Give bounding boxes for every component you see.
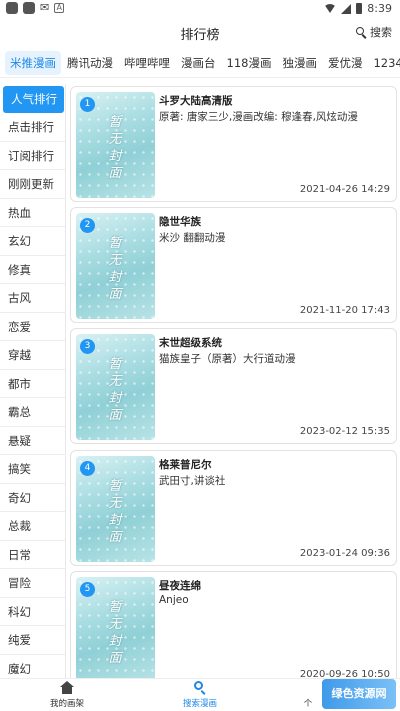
- sidebar-item[interactable]: 日常: [0, 541, 65, 569]
- sidebar-item[interactable]: 冒险: [0, 569, 65, 598]
- sidebar-item[interactable]: 玄幻: [0, 227, 65, 256]
- comic-cover: 暂无封面 3: [76, 334, 155, 440]
- tab-source[interactable]: 腾讯动漫: [62, 51, 118, 75]
- tab-source[interactable]: 独漫画: [277, 51, 322, 75]
- search-button-label: 搜索: [370, 26, 392, 39]
- comic-author: 原著: 唐家三少,漫画改编: 穆逢春,风炫动漫: [159, 111, 358, 123]
- sidebar-item[interactable]: 纯爱: [0, 626, 65, 655]
- wifi-icon: [324, 4, 337, 13]
- cover-placeholder-text: 暂无封面: [108, 600, 122, 666]
- sidebar-item[interactable]: 热血: [0, 199, 65, 227]
- sidebar-item[interactable]: 科幻: [0, 598, 65, 626]
- rank-badge: 2: [80, 218, 95, 233]
- sidebar-item[interactable]: 悬疑: [0, 427, 65, 455]
- ranking-list: 暂无封面 1 斗罗大陆高清版 原著: 唐家三少,漫画改编: 穆逢春,风炫动漫 2…: [70, 84, 400, 678]
- notification-icon: [23, 2, 35, 14]
- sidebar-item[interactable]: 魔幻: [0, 655, 65, 679]
- sidebar-item[interactable]: 都市: [0, 370, 65, 398]
- notification-icon: [6, 2, 18, 14]
- nav-profile-label: 个: [303, 699, 313, 709]
- cover-placeholder-text: 暂无封面: [108, 357, 122, 423]
- rank-badge: 3: [80, 339, 95, 354]
- comic-update-time: 2020-09-26 10:50: [299, 669, 390, 678]
- comic-cover: 暂无封面 1: [76, 92, 155, 198]
- status-time: 8:39: [367, 2, 392, 15]
- nav-search-comics[interactable]: 搜索漫画: [160, 681, 240, 709]
- sidebar-item[interactable]: 奇幻: [0, 484, 65, 512]
- cover-placeholder-text: 暂无封面: [108, 236, 122, 302]
- tab-source[interactable]: 米推漫画: [5, 50, 61, 75]
- comic-title: 隐世华族: [159, 216, 201, 228]
- comic-author: 武田寸,讲谈社: [159, 475, 226, 487]
- comic-title: 格莱普尼尔: [159, 459, 212, 471]
- status-notifications: ✉ A: [6, 1, 65, 14]
- comic-card[interactable]: 暂无封面 4 格莱普尼尔 武田寸,讲谈社 2023-01-24 09:36: [70, 450, 397, 566]
- page-title: 排行榜: [180, 28, 220, 43]
- comic-cover: 暂无封面 5: [76, 577, 155, 678]
- site-watermark: 绿色资源网: [322, 679, 396, 709]
- rank-badge: 4: [80, 461, 95, 476]
- a-icon: A: [54, 3, 65, 13]
- sidebar-item[interactable]: 霸总: [0, 398, 65, 427]
- comic-cover: 暂无封面 2: [76, 213, 155, 319]
- nav-bookshelf[interactable]: 我的画架: [27, 681, 107, 709]
- comic-author: 猫族皇子（原著）大行道动漫: [159, 353, 296, 365]
- tab-source[interactable]: 哔哩哔哩: [119, 51, 175, 75]
- comic-author: 米沙 翻翻动漫: [159, 232, 226, 244]
- search-button[interactable]: 搜索: [356, 24, 392, 40]
- tab-source[interactable]: 爱优漫: [323, 51, 368, 75]
- nav-bookshelf-label: 我的画架: [49, 699, 84, 709]
- sidebar-item[interactable]: 恋爱: [0, 313, 65, 341]
- app-notification-icon: ✉: [40, 1, 50, 14]
- search-icon: [356, 26, 367, 39]
- comic-card[interactable]: 暂无封面 1 斗罗大陆高清版 原著: 唐家三少,漫画改编: 穆逢春,风炫动漫 2…: [70, 86, 397, 202]
- source-tabs: 米推漫画 腾讯动漫 哔哩哔哩 漫画台 118漫画 独漫画 爱优漫 1234: [0, 48, 400, 78]
- status-bar: ✉ A 8:39: [0, 0, 400, 18]
- comic-title: 斗罗大陆高清版: [159, 95, 233, 107]
- comic-card[interactable]: 暂无封面 5 昼夜连绵 Anjeo 2020-09-26 10:50: [70, 571, 397, 678]
- tab-source[interactable]: 漫画台: [176, 51, 221, 75]
- home-icon: [60, 681, 74, 694]
- sidebar-item[interactable]: 搞笑: [0, 455, 65, 484]
- comic-cover: 暂无封面 4: [76, 456, 155, 562]
- sidebar-item[interactable]: 修真: [0, 256, 65, 284]
- search-icon: [193, 681, 207, 695]
- sidebar-item[interactable]: 总裁: [0, 512, 65, 541]
- app-root: ✉ A 8:39 排行榜 搜索 米推漫画 腾讯动漫 哔哩哔哩 漫画台 118漫画…: [0, 0, 400, 711]
- nav-search-label: 搜索漫画: [182, 699, 217, 709]
- signal-icon: [341, 3, 352, 14]
- sidebar-item[interactable]: 古风: [0, 284, 65, 313]
- sidebar-item[interactable]: 人气排行: [3, 86, 64, 113]
- sidebar-item[interactable]: 穿越: [0, 341, 65, 370]
- sidebar-item[interactable]: 点击排行: [0, 113, 65, 142]
- comic-title: 末世超级系统: [159, 337, 222, 349]
- cover-placeholder-text: 暂无封面: [108, 479, 122, 545]
- comic-update-time: 2021-11-20 17:43: [299, 305, 390, 316]
- comic-author: Anjeo: [159, 594, 189, 606]
- comic-update-time: 2023-01-24 09:36: [299, 548, 390, 559]
- comic-title: 昼夜连绵: [159, 580, 201, 592]
- tab-source[interactable]: 1234: [368, 52, 400, 74]
- cover-placeholder-text: 暂无封面: [108, 115, 122, 181]
- sidebar-item[interactable]: 刚刚更新: [0, 170, 65, 199]
- title-bar: 排行榜 搜索: [0, 18, 400, 48]
- status-indicators: 8:39: [324, 2, 392, 15]
- sidebar-item[interactable]: 订阅排行: [0, 142, 65, 170]
- rank-badge: 5: [80, 582, 95, 597]
- battery-icon: [356, 3, 363, 14]
- comic-update-time: 2021-04-26 14:29: [299, 184, 390, 195]
- comic-update-time: 2023-02-12 15:35: [299, 426, 390, 437]
- tab-source[interactable]: 118漫画: [222, 51, 277, 75]
- rank-badge: 1: [80, 97, 95, 112]
- comic-card[interactable]: 暂无封面 3 末世超级系统 猫族皇子（原著）大行道动漫 2023-02-12 1…: [70, 328, 397, 444]
- comic-card[interactable]: 暂无封面 2 隐世华族 米沙 翻翻动漫 2021-11-20 17:43: [70, 207, 397, 323]
- category-sidebar: 人气排行 点击排行 订阅排行 刚刚更新 热血 玄幻 修真 古风 恋爱 穿越 都市…: [0, 84, 66, 678]
